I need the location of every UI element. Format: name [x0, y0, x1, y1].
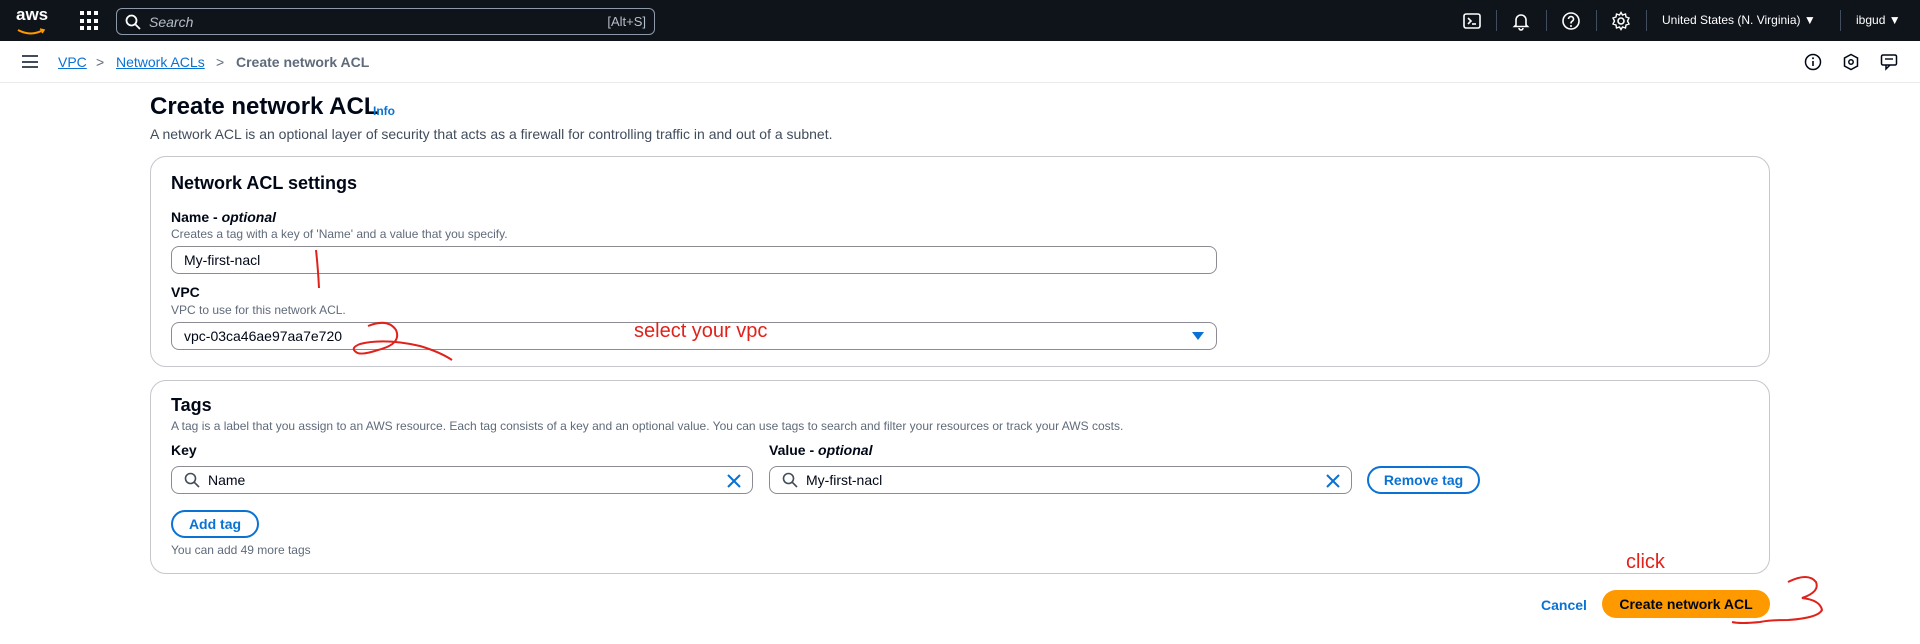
tags-panel: Tags A tag is a label that you assign to… [150, 380, 1770, 574]
breadcrumb-vpc[interactable]: VPC [58, 54, 87, 70]
tags-heading: Tags [171, 395, 212, 415]
search-icon [782, 472, 798, 488]
name-description: Creates a tag with a key of 'Name' and a… [171, 227, 508, 241]
cancel-button[interactable]: Cancel [1541, 597, 1587, 613]
breadcrumb-bar: VPC > Network ACLs > Create network ACL [0, 41, 1920, 83]
vpc-label: VPC [171, 284, 200, 300]
annotation-select-vpc: select your vpc [634, 320, 768, 342]
caret-down-icon [1192, 332, 1204, 340]
aws-smile-icon [17, 28, 46, 35]
search-shortcut: [Alt+S] [607, 14, 646, 29]
vpc-description: VPC to use for this network ACL. [171, 303, 346, 317]
info-circle-icon[interactable] [1804, 53, 1822, 71]
clear-icon[interactable] [726, 473, 742, 489]
search-placeholder: Search [149, 13, 194, 30]
tag-key-value: Name [208, 472, 246, 488]
info-link[interactable]: Info [373, 104, 395, 118]
breadcrumb-current: Create network ACL [236, 54, 370, 70]
page-title: Create network ACL [150, 93, 379, 120]
gear-icon[interactable] [1611, 11, 1631, 31]
tag-value-input[interactable]: My-first-nacl [769, 466, 1352, 494]
key-label: Key [171, 442, 197, 458]
search-icon [184, 472, 200, 488]
region-selector[interactable]: United States (N. Virginia) ▼ [1662, 13, 1816, 27]
tag-value-value: My-first-nacl [806, 472, 883, 488]
name-input[interactable]: My-first-nacl [171, 246, 1217, 274]
aws-logo-text: aws [16, 5, 49, 24]
annotation-click: click [1626, 551, 1665, 573]
name-label: Name - optional [171, 209, 277, 225]
menu-icon[interactable] [22, 55, 38, 68]
network-acl-settings-panel: Network ACL settings Name - optional Cre… [150, 156, 1770, 367]
aws-logo[interactable]: aws [16, 5, 50, 35]
page-description: A network ACL is an optional layer of se… [150, 126, 833, 142]
create-network-acl-button[interactable]: Create network ACL [1602, 590, 1770, 618]
clear-icon[interactable] [1325, 473, 1341, 489]
value-label: Value - optional [769, 442, 873, 458]
services-grid-icon[interactable] [80, 11, 100, 31]
breadcrumb-separator: > [216, 54, 225, 70]
vpc-select-value: vpc-03ca46ae97aa7e720 [184, 328, 343, 344]
tags-description: A tag is a label that you assign to an A… [171, 419, 1124, 433]
top-navigation: aws Search [Alt+S] United States (N. Vir… [0, 0, 1920, 41]
breadcrumb-network-acls[interactable]: Network ACLs [116, 54, 205, 70]
name-input-value: My-first-nacl [184, 252, 261, 268]
tag-key-input[interactable]: Name [171, 466, 753, 494]
feedback-icon[interactable] [1880, 53, 1898, 71]
security-hexagon-icon[interactable] [1842, 53, 1860, 71]
remove-tag-button[interactable]: Remove tag [1367, 466, 1480, 494]
search-input[interactable]: Search [Alt+S] [116, 8, 655, 35]
tags-limit-note: You can add 49 more tags [171, 543, 311, 557]
settings-heading: Network ACL settings [171, 173, 358, 193]
breadcrumb-separator: > [96, 54, 105, 70]
account-menu[interactable]: ibgud ▼ [1856, 13, 1901, 27]
cloudshell-icon[interactable] [1462, 11, 1482, 31]
add-tag-button[interactable]: Add tag [171, 510, 259, 538]
bell-icon[interactable] [1511, 11, 1531, 31]
search-icon [125, 14, 141, 30]
help-icon[interactable] [1561, 11, 1581, 31]
